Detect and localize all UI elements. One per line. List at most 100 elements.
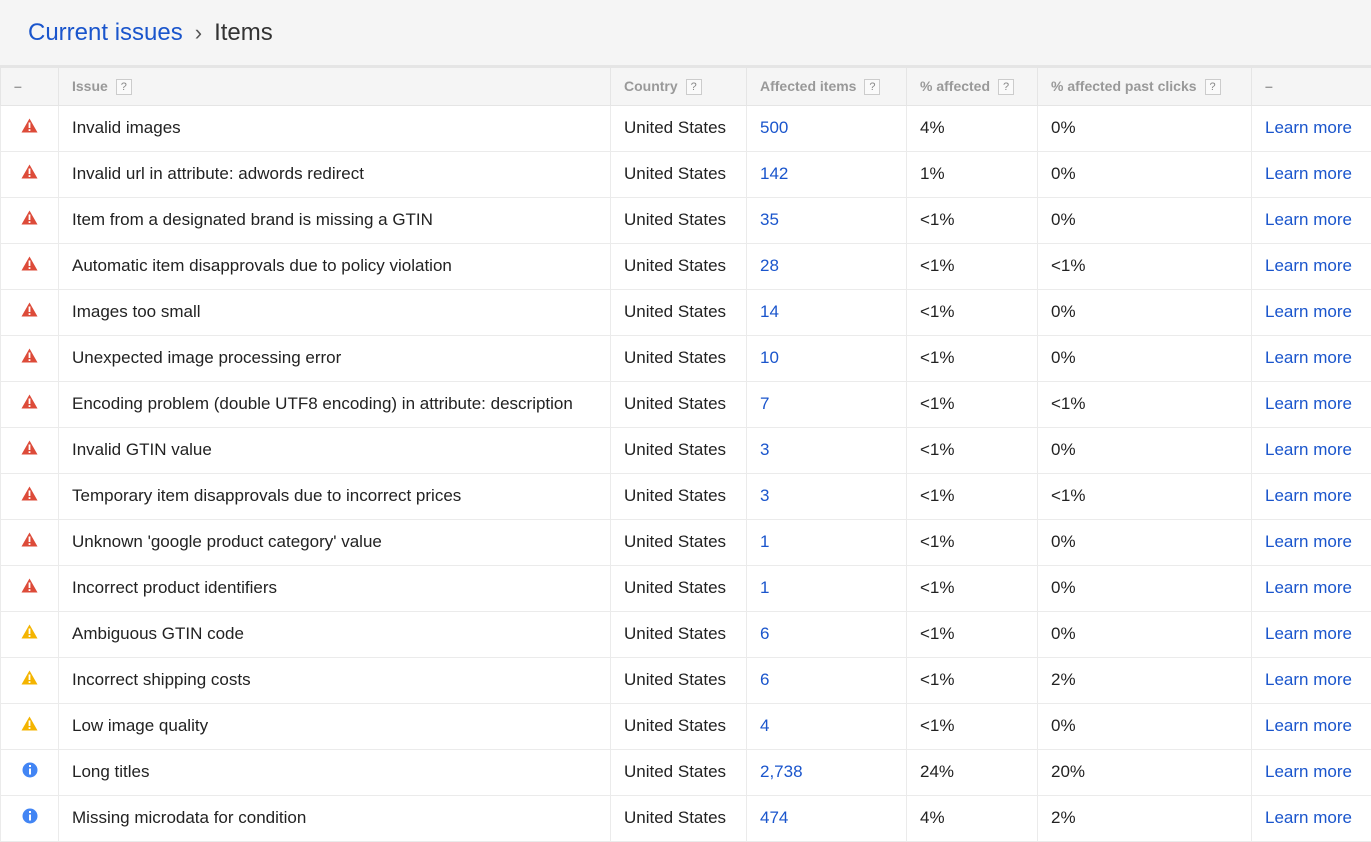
pct-affected-cell: <1% (907, 611, 1038, 657)
learn-more-link[interactable]: Learn more (1265, 670, 1352, 689)
country-cell: United States (611, 519, 747, 565)
affected-items-link[interactable]: 142 (760, 164, 788, 183)
learn-more-link[interactable]: Learn more (1265, 394, 1352, 413)
learn-more-link[interactable]: Learn more (1265, 302, 1352, 321)
issue-cell: Incorrect product identifiers (59, 565, 611, 611)
pct-past-clicks-cell: <1% (1038, 243, 1252, 289)
header-issue-label: Issue (72, 78, 108, 94)
learn-more-link[interactable]: Learn more (1265, 808, 1352, 827)
learn-more-link[interactable]: Learn more (1265, 256, 1352, 275)
issue-cell: Long titles (59, 749, 611, 795)
table-row[interactable]: Invalid GTIN valueUnited States3<1%0%Lea… (1, 427, 1371, 473)
issue-cell: Invalid images (59, 105, 611, 151)
help-icon[interactable]: ? (998, 79, 1014, 95)
country-cell: United States (611, 565, 747, 611)
issue-cell: Automatic item disapprovals due to polic… (59, 243, 611, 289)
learn-more-link[interactable]: Learn more (1265, 486, 1352, 505)
affected-items-link[interactable]: 10 (760, 348, 779, 367)
pct-past-clicks-cell: 0% (1038, 289, 1252, 335)
action-cell: Learn more (1252, 381, 1371, 427)
learn-more-link[interactable]: Learn more (1265, 532, 1352, 551)
table-row[interactable]: Item from a designated brand is missing … (1, 197, 1371, 243)
severity-cell (1, 473, 59, 519)
affected-items-link[interactable]: 35 (760, 210, 779, 229)
help-icon[interactable]: ? (1205, 79, 1221, 95)
learn-more-link[interactable]: Learn more (1265, 164, 1352, 183)
table-row[interactable]: Temporary item disapprovals due to incor… (1, 473, 1371, 519)
pct-past-clicks-cell: 0% (1038, 105, 1252, 151)
affected-items-link[interactable]: 3 (760, 440, 769, 459)
table-row[interactable]: Long titlesUnited States2,73824%20%Learn… (1, 749, 1371, 795)
learn-more-link[interactable]: Learn more (1265, 348, 1352, 367)
pct-past-clicks-cell: 0% (1038, 703, 1252, 749)
table-row[interactable]: Unexpected image processing errorUnited … (1, 335, 1371, 381)
affected-items-link[interactable]: 500 (760, 118, 788, 137)
table-row[interactable]: Incorrect shipping costsUnited States6<1… (1, 657, 1371, 703)
pct-past-clicks-cell: 0% (1038, 335, 1252, 381)
affected-items-link[interactable]: 6 (760, 624, 769, 643)
affected-items-cell: 500 (747, 105, 907, 151)
table-row[interactable]: Invalid imagesUnited States5004%0%Learn … (1, 105, 1371, 151)
pct-affected-cell: 4% (907, 105, 1038, 151)
affected-items-link[interactable]: 28 (760, 256, 779, 275)
pct-past-clicks-cell: 0% (1038, 151, 1252, 197)
learn-more-link[interactable]: Learn more (1265, 624, 1352, 643)
affected-items-cell: 3 (747, 473, 907, 519)
table-row[interactable]: Encoding problem (double UTF8 encoding) … (1, 381, 1371, 427)
country-cell: United States (611, 151, 747, 197)
header-affected-items[interactable]: Affected items? (747, 67, 907, 105)
pct-affected-cell: <1% (907, 427, 1038, 473)
learn-more-link[interactable]: Learn more (1265, 440, 1352, 459)
affected-items-cell: 7 (747, 381, 907, 427)
table-row[interactable]: Missing microdata for conditionUnited St… (1, 795, 1371, 841)
country-cell: United States (611, 749, 747, 795)
affected-items-link[interactable]: 4 (760, 716, 769, 735)
table-row[interactable]: Invalid url in attribute: adwords redire… (1, 151, 1371, 197)
affected-items-link[interactable]: 6 (760, 670, 769, 689)
table-row[interactable]: Automatic item disapprovals due to polic… (1, 243, 1371, 289)
learn-more-link[interactable]: Learn more (1265, 118, 1352, 137)
learn-more-link[interactable]: Learn more (1265, 210, 1352, 229)
header-pct-past-clicks[interactable]: % affected past clicks? (1038, 67, 1252, 105)
issue-cell: Invalid GTIN value (59, 427, 611, 473)
pct-affected-cell: <1% (907, 197, 1038, 243)
pct-past-clicks-cell: <1% (1038, 473, 1252, 519)
affected-items-link[interactable]: 14 (760, 302, 779, 321)
action-cell: Learn more (1252, 427, 1371, 473)
header-issue[interactable]: Issue? (59, 67, 611, 105)
error-icon (21, 440, 38, 460)
affected-items-cell: 6 (747, 657, 907, 703)
issue-cell: Invalid url in attribute: adwords redire… (59, 151, 611, 197)
action-cell: Learn more (1252, 105, 1371, 151)
severity-cell (1, 335, 59, 381)
affected-items-link[interactable]: 3 (760, 486, 769, 505)
error-icon (21, 302, 38, 322)
breadcrumb-current-page: Items (214, 19, 273, 47)
affected-items-cell: 1 (747, 519, 907, 565)
affected-items-link[interactable]: 1 (760, 578, 769, 597)
affected-items-link[interactable]: 2,738 (760, 762, 803, 781)
header-severity[interactable]: – (1, 67, 59, 105)
table-row[interactable]: Ambiguous GTIN codeUnited States6<1%0%Le… (1, 611, 1371, 657)
affected-items-link[interactable]: 7 (760, 394, 769, 413)
header-pct-affected[interactable]: % affected? (907, 67, 1038, 105)
table-row[interactable]: Low image qualityUnited States4<1%0%Lear… (1, 703, 1371, 749)
header-country[interactable]: Country? (611, 67, 747, 105)
learn-more-link[interactable]: Learn more (1265, 578, 1352, 597)
help-icon[interactable]: ? (686, 79, 702, 95)
country-cell: United States (611, 243, 747, 289)
action-cell: Learn more (1252, 657, 1371, 703)
breadcrumb-current-issues-link[interactable]: Current issues (28, 19, 183, 47)
affected-items-link[interactable]: 474 (760, 808, 788, 827)
affected-items-cell: 10 (747, 335, 907, 381)
learn-more-link[interactable]: Learn more (1265, 716, 1352, 735)
table-row[interactable]: Unknown 'google product category' valueU… (1, 519, 1371, 565)
help-icon[interactable]: ? (864, 79, 880, 95)
affected-items-link[interactable]: 1 (760, 532, 769, 551)
table-row[interactable]: Incorrect product identifiersUnited Stat… (1, 565, 1371, 611)
warning-icon (21, 670, 38, 690)
affected-items-cell: 35 (747, 197, 907, 243)
table-row[interactable]: Images too smallUnited States14<1%0%Lear… (1, 289, 1371, 335)
help-icon[interactable]: ? (116, 79, 132, 95)
learn-more-link[interactable]: Learn more (1265, 762, 1352, 781)
